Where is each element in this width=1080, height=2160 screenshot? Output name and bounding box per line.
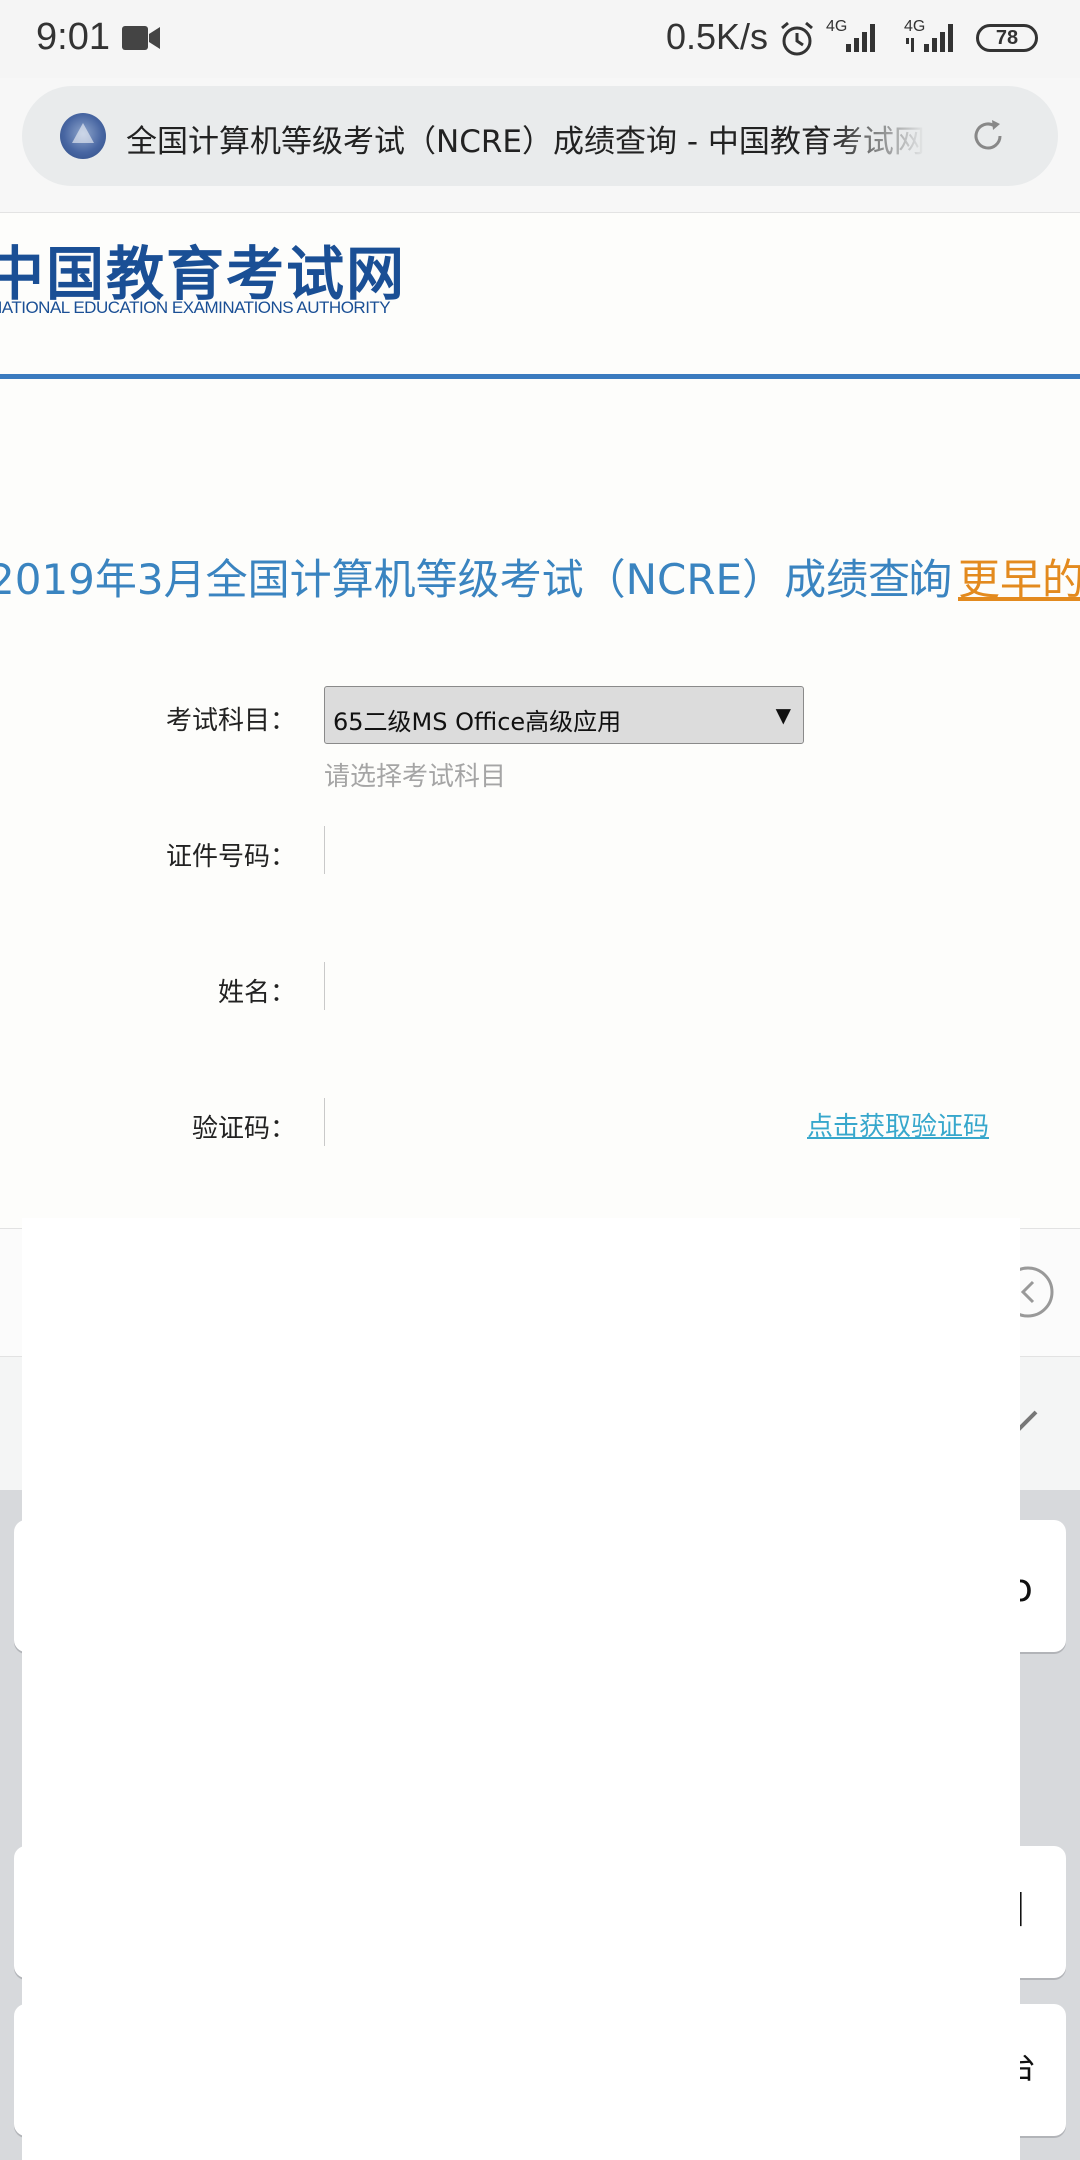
id-number-label: 证件号码： bbox=[165, 842, 296, 872]
captcha-input[interactable] bbox=[324, 1098, 802, 1146]
video-camera-icon bbox=[122, 24, 162, 57]
name-label: 姓名： bbox=[217, 978, 296, 1008]
heading-separator: | bbox=[908, 560, 919, 595]
subject-selected-value: 65二级MS Office高级应用 bbox=[333, 708, 622, 736]
subject-select[interactable]: 65二级MS Office高级应用 ▼ bbox=[324, 686, 804, 744]
subject-hint: 请选择考试科目 bbox=[324, 762, 507, 792]
captcha-label: 验证码： bbox=[191, 1114, 296, 1144]
address-bar[interactable]: 全国计算机等级考试（NCRE）成绩查询 - 中国教育考试网 bbox=[22, 86, 1058, 186]
page-title[interactable]: 全国计算机等级考试（NCRE）成绩查询 - 中国教育考试网 bbox=[126, 116, 926, 161]
name-input[interactable] bbox=[324, 962, 802, 1010]
header-divider bbox=[0, 374, 1080, 379]
subject-label: 考试科目： bbox=[165, 706, 296, 736]
reload-icon[interactable] bbox=[966, 114, 1010, 162]
signal-icon: 4G bbox=[904, 18, 964, 59]
site-favicon-icon bbox=[60, 113, 106, 159]
alarm-clock-icon bbox=[778, 20, 816, 63]
signal-icon: 4G bbox=[826, 18, 882, 59]
get-captcha-link[interactable]: 点击获取验证码 bbox=[807, 1106, 989, 1143]
dropdown-arrow-icon: ▼ bbox=[775, 703, 791, 727]
query-heading: 2019年3月全国计算机等级考试（NCRE）成绩查询 bbox=[0, 555, 953, 604]
site-logo-subtitle: NATIONAL EDUCATION EXAMINATIONS AUTHORIT… bbox=[0, 298, 391, 317]
network-speed: 0.5K/s bbox=[666, 16, 769, 57]
overlay-panel bbox=[22, 1218, 1020, 2160]
id-number-input[interactable] bbox=[324, 826, 802, 874]
earlier-results-link[interactable]: 更早的 bbox=[958, 546, 1080, 607]
battery-icon: 78 bbox=[976, 24, 1038, 52]
browser-toolbar: 全国计算机等级考试（NCRE）成绩查询 - 中国教育考试网 bbox=[0, 78, 1080, 213]
status-bar: 9:01 0.5K/s 4G 4G 78 bbox=[0, 0, 1080, 78]
status-time: 9:01 bbox=[36, 16, 110, 58]
site-header: 中国教育考试网 NATIONAL EDUCATION EXAMINATIONS … bbox=[0, 213, 1080, 377]
